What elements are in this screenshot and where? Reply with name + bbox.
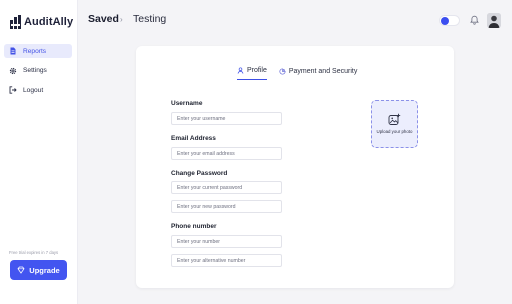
sidebar-item-logout[interactable]: Logout <box>4 83 72 97</box>
sidebar-item-reports[interactable]: Reports <box>4 44 72 58</box>
username-label: Username <box>171 100 203 107</box>
gear-icon <box>9 67 17 75</box>
credit-card-icon <box>279 67 286 75</box>
upload-label: Upload your photo <box>376 129 413 135</box>
phone-input[interactable] <box>171 235 282 248</box>
tab-bar: Profile Payment and Security <box>237 67 357 80</box>
sidebar-item-label: Logout <box>23 86 44 94</box>
photo-upload[interactable]: Upload your photo <box>371 100 418 148</box>
new-password-input[interactable] <box>171 200 282 213</box>
diamond-icon <box>17 266 25 274</box>
app-logo[interactable]: AuditAlly <box>10 15 73 29</box>
sidebar-item-label: Settings <box>23 67 47 74</box>
current-password-input[interactable] <box>171 181 282 194</box>
alt-phone-input[interactable] <box>171 254 282 267</box>
app-name: AuditAlly <box>24 16 74 28</box>
tab-profile[interactable]: Profile <box>237 67 267 80</box>
phone-label: Phone number <box>171 223 217 230</box>
upgrade-label: Upgrade <box>29 265 60 275</box>
tab-payment-security[interactable]: Payment and Security <box>279 67 357 80</box>
sidebar-item-settings[interactable]: Settings <box>4 64 72 78</box>
upgrade-button[interactable]: Upgrade <box>10 260 67 280</box>
sidebar: AuditAlly Reports Settings Logout Free t… <box>0 0 78 304</box>
toggle-knob <box>441 17 449 25</box>
bell-icon[interactable] <box>470 15 479 25</box>
avatar[interactable] <box>487 13 501 28</box>
profile-card: Profile Payment and Security Username Em… <box>136 46 454 288</box>
trial-notice: Free trial expires in 7 days <box>9 250 59 255</box>
email-input[interactable] <box>171 147 282 160</box>
tab-label: Payment and Security <box>288 67 358 75</box>
top-bar: Saved › Testing <box>78 0 512 40</box>
sidebar-nav: Reports Settings Logout <box>4 44 72 103</box>
tab-label: Profile <box>247 67 267 74</box>
password-label: Change Password <box>171 170 228 177</box>
email-label: Email Address <box>171 135 216 142</box>
add-image-icon <box>388 113 401 126</box>
logout-icon <box>9 86 17 94</box>
theme-toggle[interactable] <box>439 15 460 26</box>
breadcrumb-root[interactable]: Saved <box>88 13 119 25</box>
sidebar-item-label: Reports <box>23 47 47 55</box>
chevron-right-icon: › <box>120 15 123 24</box>
logo-icon <box>10 15 21 29</box>
user-icon <box>237 67 244 74</box>
breadcrumb-current: Testing <box>133 13 167 25</box>
username-input[interactable] <box>171 112 282 125</box>
document-icon <box>9 47 17 55</box>
